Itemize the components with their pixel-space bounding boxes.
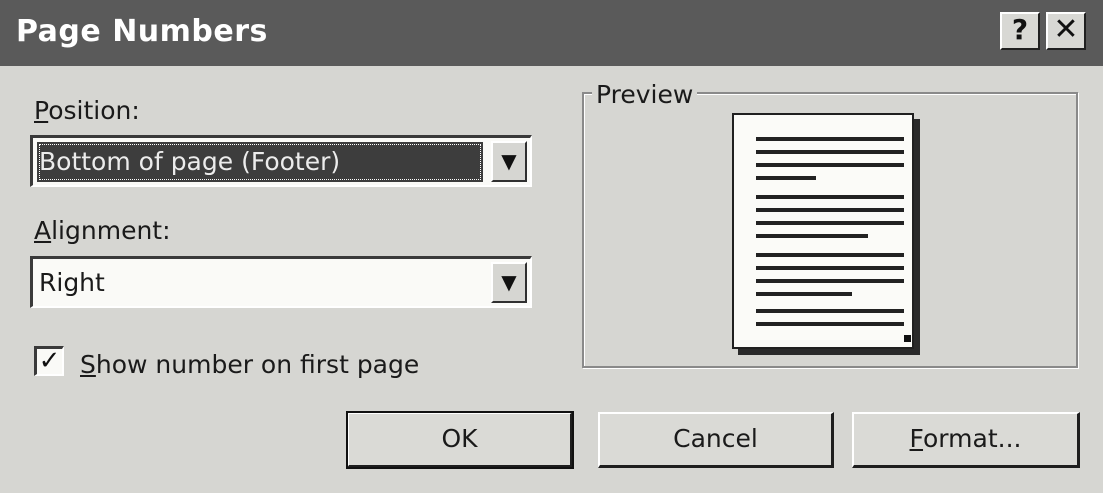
alignment-select[interactable]: Right ▼ [30, 256, 532, 308]
alignment-select-value: Right [39, 268, 105, 297]
preview-text-line [756, 208, 904, 212]
preview-text-line [756, 137, 904, 141]
preview-page-number-marker [904, 335, 911, 342]
position-dropdown-button[interactable]: ▼ [491, 141, 527, 182]
format-button[interactable]: Format... [852, 412, 1080, 468]
preview-text-line [756, 322, 904, 326]
preview-text-line [756, 221, 904, 225]
show-first-page-label-text: how number on first page [95, 350, 420, 379]
preview-text-line [756, 292, 852, 296]
format-accel: F [909, 424, 924, 453]
preview-legend: Preview [592, 80, 698, 109]
alignment-label: Alignment: [34, 216, 171, 245]
position-accel: P [34, 96, 49, 125]
preview-text-line [756, 253, 904, 257]
close-button[interactable]: ✕ [1046, 12, 1086, 50]
preview-text-line [756, 150, 904, 154]
show-first-page-checkbox[interactable]: ✓ [34, 346, 64, 376]
preview-text-line [756, 279, 904, 283]
help-button[interactable]: ? [1000, 12, 1040, 50]
preview-text-line [756, 309, 904, 313]
cancel-button[interactable]: Cancel [598, 412, 834, 468]
show-first-page-accel: S [80, 350, 96, 379]
chevron-down-icon: ▼ [501, 149, 517, 173]
position-select[interactable]: Bottom of page (Footer) ▼ [30, 135, 532, 187]
dialog-title: Page Numbers [16, 14, 268, 49]
alignment-dropdown-button[interactable]: ▼ [491, 262, 527, 303]
chevron-down-icon: ▼ [501, 270, 517, 294]
preview-text-line [756, 234, 868, 238]
position-label: Position: [34, 96, 140, 125]
alignment-accel: A [34, 216, 52, 245]
preview-text-line [756, 195, 904, 199]
checkmark-icon: ✓ [38, 346, 61, 376]
preview-page-thumbnail [732, 113, 914, 349]
preview-text-line [756, 176, 816, 180]
format-button-label: ormat... [923, 424, 1022, 453]
show-first-page-label[interactable]: Show number on first page [80, 350, 419, 379]
ok-button[interactable]: OK [346, 411, 574, 469]
position-select-value: Bottom of page (Footer) [37, 142, 483, 182]
preview-text-line [756, 163, 904, 167]
preview-text-line [756, 266, 904, 270]
title-bar: Page Numbers ? ✕ [0, 0, 1103, 66]
alignment-label-text: lignment: [51, 216, 171, 245]
position-label-text: osition: [48, 96, 140, 125]
